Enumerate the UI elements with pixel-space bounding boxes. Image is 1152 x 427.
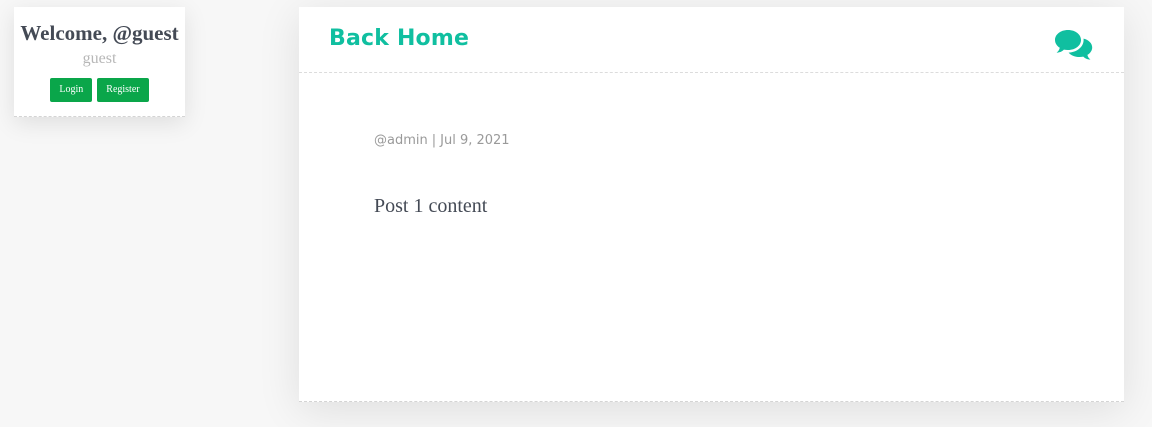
register-button[interactable]: Register xyxy=(97,78,149,102)
meta-separator: | xyxy=(431,133,437,148)
post-header: Back Home xyxy=(299,7,1124,73)
back-home-link[interactable]: Back Home xyxy=(329,26,469,51)
login-button[interactable]: Login xyxy=(50,78,93,102)
post-author: @admin xyxy=(374,133,428,148)
comments-icon[interactable] xyxy=(1054,28,1096,62)
welcome-heading: Welcome, @guest xyxy=(20,21,179,45)
post-card: Back Home @admin | Jul 9, 2021 Post 1 cont… xyxy=(299,7,1124,402)
post-meta: @admin | Jul 9, 2021 xyxy=(374,133,510,148)
post-date: Jul 9, 2021 xyxy=(440,133,510,148)
user-card: Welcome, @guest guest Login Register xyxy=(14,7,185,117)
username-label: guest xyxy=(82,50,117,67)
auth-buttons: Login Register xyxy=(14,78,185,102)
post-content: Post 1 content xyxy=(374,195,488,217)
